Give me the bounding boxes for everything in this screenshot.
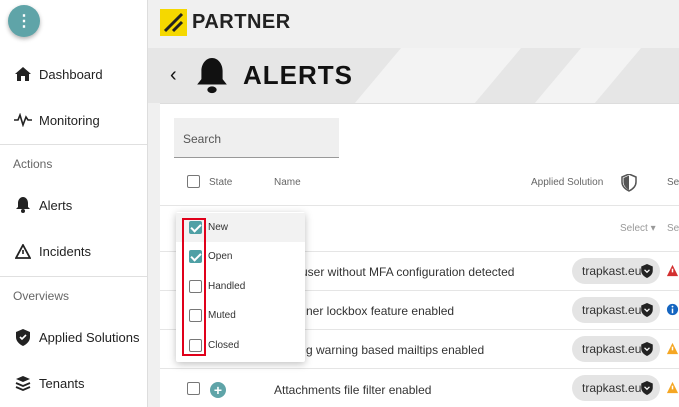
- page-title: ALERTS: [243, 60, 353, 90]
- tenant-chip[interactable]: trapkast.eu: [572, 336, 660, 362]
- header-band: [148, 48, 679, 103]
- partner-logo: [160, 8, 187, 36]
- row-name[interactable]: g warning based mailtips enabled: [306, 343, 484, 357]
- severity-info-icon: [666, 303, 679, 316]
- option-label: Closed: [208, 340, 240, 351]
- shield-icon: [13, 327, 33, 347]
- sidebar-item-label: Applied Solutions: [39, 329, 140, 345]
- layers-icon: [13, 373, 33, 393]
- sidebar-item-tenants[interactable]: Tenants: [0, 363, 147, 403]
- tenant-chip[interactable]: trapkast.eu: [572, 258, 660, 284]
- highlight-annotation: [182, 218, 206, 356]
- sidebar-item-monitoring[interactable]: Monitoring: [0, 100, 147, 140]
- sidebar-item-label: Monitoring: [39, 112, 100, 128]
- sidebar-item-label: Alerts: [39, 197, 73, 213]
- search-input[interactable]: Search: [174, 118, 339, 158]
- option-label: Muted: [208, 310, 236, 321]
- menu-button[interactable]: ⋮: [8, 5, 40, 37]
- sidebar-item-applied-solutions[interactable]: Applied Solutions: [0, 317, 147, 357]
- severity-medium-icon: [666, 342, 679, 355]
- shield-icon: [641, 342, 653, 356]
- column-header-state[interactable]: State: [209, 177, 232, 188]
- shield-icon: [641, 264, 653, 278]
- tenant-label: trapkast.eu: [582, 303, 642, 317]
- warning-triangle-icon: [13, 241, 33, 261]
- tenant-label: trapkast.eu: [582, 381, 642, 395]
- option-label: New: [208, 222, 229, 233]
- divider: [0, 144, 147, 145]
- row-name[interactable]: Attachments file filter enabled: [274, 383, 431, 397]
- tenant-chip[interactable]: trapkast.eu: [572, 297, 660, 323]
- applied-solution-filter[interactable]: Select ▾: [620, 223, 656, 234]
- bell-icon: [197, 58, 227, 99]
- divider: [160, 205, 679, 206]
- expand-row-button[interactable]: +: [210, 382, 226, 398]
- divider: [160, 368, 679, 369]
- divider: [0, 276, 147, 277]
- select-all-checkbox[interactable]: [187, 175, 200, 188]
- plus-icon: +: [213, 382, 223, 398]
- column-header-name[interactable]: Name: [274, 177, 301, 188]
- brand-name: PARTNER: [192, 10, 291, 33]
- section-overviews: Overviews: [13, 289, 70, 303]
- tenant-label: trapkast.eu: [582, 264, 642, 278]
- option-label: Open: [208, 251, 233, 262]
- sidebar-item-dashboard[interactable]: Dashboard: [0, 54, 147, 94]
- section-actions: Actions: [13, 157, 53, 171]
- severity-high-icon: [666, 264, 679, 277]
- back-button[interactable]: ‹: [170, 64, 177, 87]
- pulse-icon: [13, 110, 33, 130]
- column-header-severity[interactable]: Sev: [667, 177, 679, 188]
- more-vertical-icon: ⋮: [16, 13, 32, 30]
- tenant-label: trapkast.eu: [582, 342, 642, 356]
- bell-icon: [13, 195, 33, 215]
- sidebar-item-incidents[interactable]: Incidents: [0, 231, 147, 271]
- row-checkbox[interactable]: [187, 382, 200, 395]
- severity-filter[interactable]: Sel: [667, 223, 679, 234]
- tenant-chip[interactable]: trapkast.eu: [572, 375, 660, 401]
- shield-icon: [621, 173, 637, 197]
- shield-icon: [641, 381, 653, 395]
- home-icon: [13, 64, 33, 84]
- column-header-applied-solution[interactable]: Applied Solution: [531, 177, 603, 188]
- row-name[interactable]: ner lockbox feature enabled: [306, 304, 454, 318]
- sidebar-item-alerts[interactable]: Alerts: [0, 185, 147, 225]
- sidebar-item-label: Incidents: [39, 243, 92, 259]
- brand: PARTNER: [160, 8, 291, 36]
- sidebar-item-label: Dashboard: [39, 66, 103, 82]
- sidebar: ⋮ Dashboard Monitoring Actions Alerts In…: [0, 0, 148, 407]
- row-name[interactable]: user without MFA configuration detected: [301, 265, 514, 279]
- option-label: Handled: [208, 281, 246, 292]
- shield-icon: [641, 303, 653, 317]
- sidebar-item-label: Tenants: [39, 375, 85, 391]
- severity-medium-icon: [666, 381, 679, 394]
